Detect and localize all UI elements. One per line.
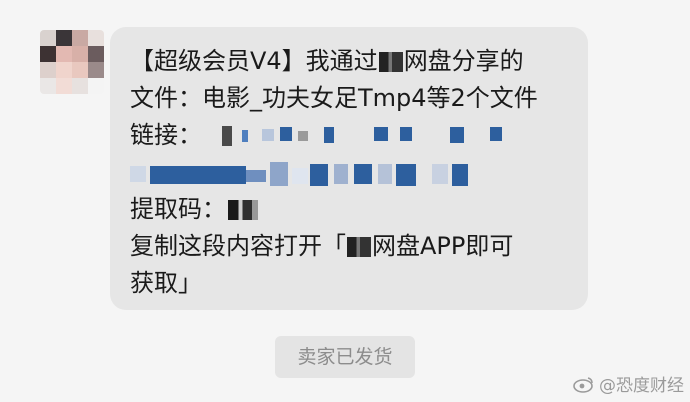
code-line: 提取码：: [130, 191, 570, 228]
message-text: 复制这段内容打开「: [130, 232, 346, 260]
code-label: 提取码：: [130, 195, 226, 223]
watermark-text: @恐度财经: [599, 376, 684, 396]
link-label: 链接：: [130, 121, 202, 149]
message-line-open: 复制这段内容打开「 网盘APP即可: [130, 228, 570, 265]
message-text: 网盘分享的: [403, 47, 524, 75]
watermark: @恐度财经: [573, 371, 684, 396]
status-chip: 卖家已发货: [275, 336, 415, 378]
link-line: 链接：: [130, 117, 570, 154]
code-redacted[interactable]: [228, 200, 258, 220]
message-line-2: 文件：电影_功夫女足Tmp4等2个文件: [130, 84, 538, 112]
avatar[interactable]: [40, 30, 104, 94]
redacted-brand: [378, 52, 403, 72]
message-text: 【超级会员V4】我通过: [130, 47, 378, 75]
redacted-brand: [347, 237, 371, 257]
link-line-2[interactable]: [130, 154, 570, 191]
message-bubble[interactable]: 【超级会员V4】我通过 网盘分享的 文件：电影_功夫女足Tmp4等2个文件 链接：: [110, 27, 588, 310]
message-line-last: 获取」: [130, 269, 202, 297]
message-text: 网盘APP即可: [372, 232, 514, 260]
message-line-1: 【超级会员V4】我通过 网盘分享的: [130, 43, 570, 80]
weibo-logo-icon: [573, 376, 593, 393]
